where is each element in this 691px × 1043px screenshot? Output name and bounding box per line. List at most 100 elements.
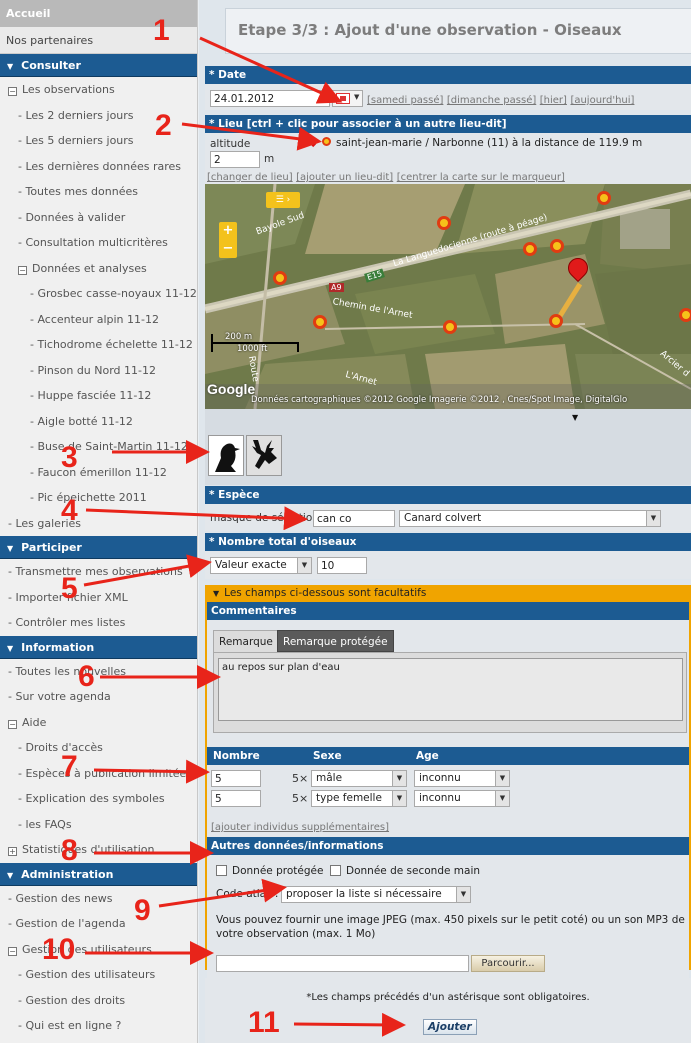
sidebar-section-header[interactable]: ▼ Administration [0, 862, 197, 886]
sidebar-item[interactable]: - Accenteur alpin 11-12 [0, 307, 197, 333]
sidebar-item[interactable]: − Données et analyses [0, 256, 197, 282]
sidebar-item[interactable]: - Huppe fasciée 11-12 [0, 383, 197, 409]
sidebar-item[interactable]: - Tichodrome échelette 11-12 [0, 332, 197, 358]
date-input[interactable] [210, 90, 330, 107]
tab-birds[interactable] [208, 435, 244, 476]
date-link-yesterday[interactable]: [hier] [540, 95, 567, 106]
sex-value: type femelle [316, 792, 382, 804]
sidebar-item[interactable]: − Gestion des utilisateurs [0, 937, 197, 963]
expand-icon[interactable]: + [8, 847, 17, 856]
atlas-value: proposer la liste si nécessaire [286, 888, 442, 900]
sidebar-item[interactable]: − Les observations [0, 77, 197, 103]
sidebar-item[interactable]: - Importer fichier XML [0, 585, 197, 611]
sidebar-item[interactable]: - Données à valider [0, 205, 197, 231]
atlas-select[interactable]: proposer la liste si nécessaire ▼ [281, 886, 471, 903]
sex-select[interactable]: mâle ▼ [311, 770, 407, 787]
sidebar-item[interactable]: - Les galeries [0, 511, 197, 537]
optional-header[interactable]: ▼ Les champs ci-dessous sont facultatifs [207, 585, 689, 602]
map-point[interactable] [597, 191, 611, 205]
sidebar-item[interactable]: - Gestion des utilisateurs [0, 962, 197, 988]
second-hand-checkbox[interactable] [330, 865, 341, 876]
sidebar-item[interactable]: + Statistiques d'utilisation [0, 837, 197, 863]
date-link-saturday[interactable]: [samedi passé] [367, 95, 443, 106]
tab-remarque[interactable]: Remarque [213, 630, 279, 652]
species-mask-input[interactable] [313, 510, 395, 527]
center-map-link[interactable]: [centrer la carte sur le marqueur] [397, 172, 565, 183]
sidebar-item[interactable]: - Contrôler mes listes [0, 610, 197, 636]
sidebar-item[interactable]: - Explication des symboles [0, 786, 197, 812]
date-link-today[interactable]: [aujourd'hui] [570, 95, 634, 106]
sidebar-item[interactable]: - Grosbec casse-noyaux 11-12 [0, 281, 197, 307]
change-place-link[interactable]: [changer de lieu] [207, 172, 293, 183]
calendar-button[interactable]: ▼ [332, 90, 363, 107]
map-collapse-icon[interactable]: ▼ [572, 413, 578, 422]
sidebar-item[interactable]: - Pic épeichette 2011 [0, 485, 197, 511]
sidebar-section-header[interactable]: ▼ Consulter [0, 54, 197, 77]
sidebar-item[interactable]: - Les dernières données rares [0, 154, 197, 180]
file-path-input[interactable] [216, 955, 469, 972]
sidebar-item[interactable]: − Aide [0, 710, 197, 736]
add-individuals-link[interactable]: [ajouter individus supplémentaires] [211, 822, 389, 833]
sidebar-item[interactable]: - Toutes les nouvelles [0, 659, 197, 685]
protected-checkbox[interactable] [216, 865, 227, 876]
sidebar-item[interactable]: - Gestion des droits [0, 988, 197, 1014]
map-point[interactable] [437, 216, 451, 230]
tab-mammals[interactable] [246, 435, 282, 476]
chevron-down-icon: ▼ [495, 771, 509, 786]
map-point[interactable] [523, 242, 537, 256]
row-count-input[interactable] [211, 790, 261, 807]
sex-select[interactable]: type femelle ▼ [311, 790, 407, 807]
place-point-icon [322, 137, 331, 146]
age-select[interactable]: inconnu ▼ [414, 770, 510, 787]
sidebar-item[interactable]: - Gestion de l'agenda [0, 911, 197, 937]
sidebar-section-header[interactable]: ▼ Participer [0, 536, 197, 559]
sidebar-item[interactable]: - Buse de Saint-Martin 11-12 [0, 434, 197, 460]
altitude-input[interactable] [210, 151, 260, 168]
map-point[interactable] [549, 314, 563, 328]
zoom-out-button[interactable]: − [219, 240, 237, 258]
map-point[interactable] [313, 315, 327, 329]
sidebar-item[interactable]: - Aigle botté 11-12 [0, 409, 197, 435]
collapse-icon[interactable]: − [8, 946, 17, 956]
sidebar-item[interactable]: - Espèces à publication limitée [0, 761, 197, 787]
sidebar-item-label: - les FAQs [18, 817, 72, 831]
date-link-sunday[interactable]: [dimanche passé] [447, 95, 536, 106]
tab-remarque-protegee[interactable]: Remarque protégée [277, 630, 394, 652]
map-point[interactable] [443, 320, 457, 334]
zoom-in-button[interactable]: + [219, 222, 237, 240]
sidebar-item[interactable]: - Qui est en ligne ? [0, 1013, 197, 1039]
collapse-icon[interactable]: − [8, 719, 17, 729]
count-input[interactable] [317, 557, 367, 574]
collapse-icon[interactable]: − [8, 87, 17, 96]
comment-textarea[interactable]: au repos sur plan d'eau [218, 658, 683, 721]
satellite-map[interactable]: La Languedocienne (route à péage) E15 A9… [205, 184, 691, 409]
map-point[interactable] [550, 239, 564, 253]
sidebar-item[interactable]: - Toutes mes données [0, 179, 197, 205]
sidebar-item[interactable]: - Droits d'accès [0, 735, 197, 761]
row-count-input[interactable] [211, 770, 261, 787]
sidebar-item[interactable]: - Gestion des news [0, 886, 197, 912]
map-point[interactable] [273, 271, 287, 285]
collapse-icon[interactable]: − [18, 265, 27, 275]
date-section: * Date ▼ [samedi passé] [dimanche passé]… [205, 66, 691, 110]
sidebar-item[interactable]: - Transmettre mes observations [0, 559, 197, 585]
sidebar-item[interactable]: - Consultation multicritères [0, 230, 197, 256]
species-select[interactable]: Canard colvert ▼ [399, 510, 661, 527]
browse-button[interactable]: Parcourir... [471, 955, 545, 972]
map-layers-button[interactable]: ☰ › [266, 192, 300, 208]
sidebar-item-label: - Gestion des droits [18, 993, 126, 1007]
count-type-select[interactable]: Valeur exacte ▼ [210, 557, 312, 574]
map-point[interactable] [679, 308, 691, 322]
sidebar-item[interactable]: - Sur votre agenda [0, 684, 197, 710]
add-place-link[interactable]: [ajouter un lieu-dit] [296, 172, 393, 183]
sidebar-item[interactable]: - Pinson du Nord 11-12 [0, 358, 197, 384]
submit-button[interactable]: Ajouter [423, 1019, 477, 1035]
age-select[interactable]: inconnu ▼ [414, 790, 510, 807]
sidebar-section-header[interactable]: ▼ Information [0, 635, 197, 659]
sidebar-item[interactable]: - Faucon émerillon 11-12 [0, 460, 197, 486]
sidebar-item[interactable]: - les FAQs [0, 812, 197, 838]
chevron-down-icon: ▼ [297, 558, 311, 573]
annotation-10: 10 [42, 933, 76, 966]
annotation-9: 9 [134, 894, 151, 927]
sidebar-sections: ▼ Consulter − Les observations - Les 2 derni… [0, 54, 197, 1039]
